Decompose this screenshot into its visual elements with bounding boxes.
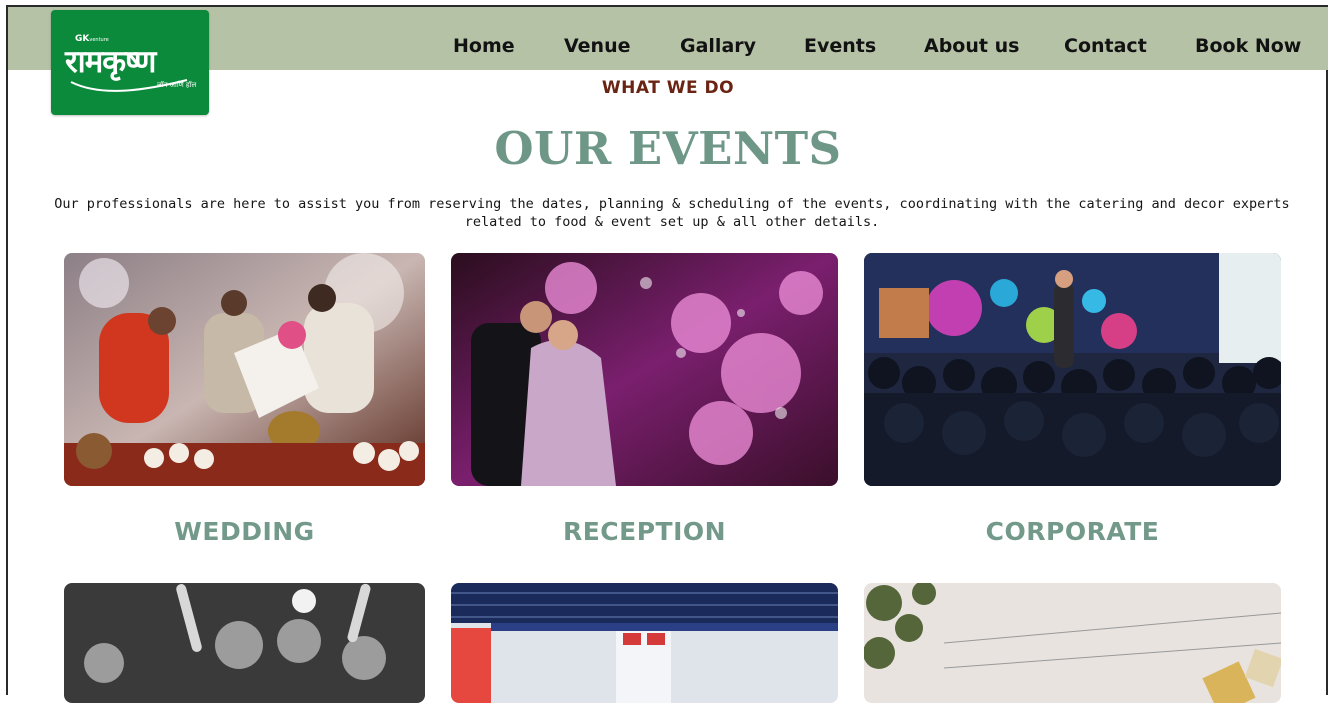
nav-gallary[interactable]: Gallary (680, 35, 756, 61)
reception-couple-photo (451, 253, 838, 486)
event-card-wedding[interactable] (64, 253, 425, 486)
nav-home[interactable]: Home (453, 35, 515, 61)
corporate-seminar-photo (864, 253, 1281, 486)
outdoor-lawn-photo (864, 583, 1281, 703)
section-title: OUR EVENTS (494, 122, 842, 175)
event-card-exhibition[interactable] (451, 583, 838, 703)
event-card-party[interactable] (64, 583, 425, 703)
event-card-reception[interactable] (451, 253, 838, 486)
brand-name: रामकृष्ण (65, 44, 156, 80)
nav-events[interactable]: Events (804, 35, 876, 61)
section-intro: Our professionals are here to assist you… (54, 196, 1290, 230)
event-label-reception[interactable]: RECEPTION (451, 517, 838, 546)
event-label-corporate[interactable]: CORPORATE (864, 517, 1281, 546)
wedding-ceremony-photo (64, 253, 425, 486)
brand-tagline: लॉन आणि हॉल (157, 81, 197, 89)
event-card-corporate[interactable] (864, 253, 1281, 486)
nav-contact[interactable]: Contact (1064, 35, 1147, 61)
party-crowd-photo (64, 583, 425, 703)
event-card-outdoor[interactable] (864, 583, 1281, 703)
nav-about-us[interactable]: About us (924, 35, 1019, 61)
nav-venue[interactable]: Venue (564, 35, 631, 61)
brand-logo[interactable]: GKventure रामकृष्ण लॉन आणि हॉल (51, 10, 209, 115)
event-label-wedding[interactable]: WEDDING (64, 517, 425, 546)
exhibition-hall-photo (451, 583, 838, 703)
nav-book-now[interactable]: Book Now (1195, 35, 1301, 61)
